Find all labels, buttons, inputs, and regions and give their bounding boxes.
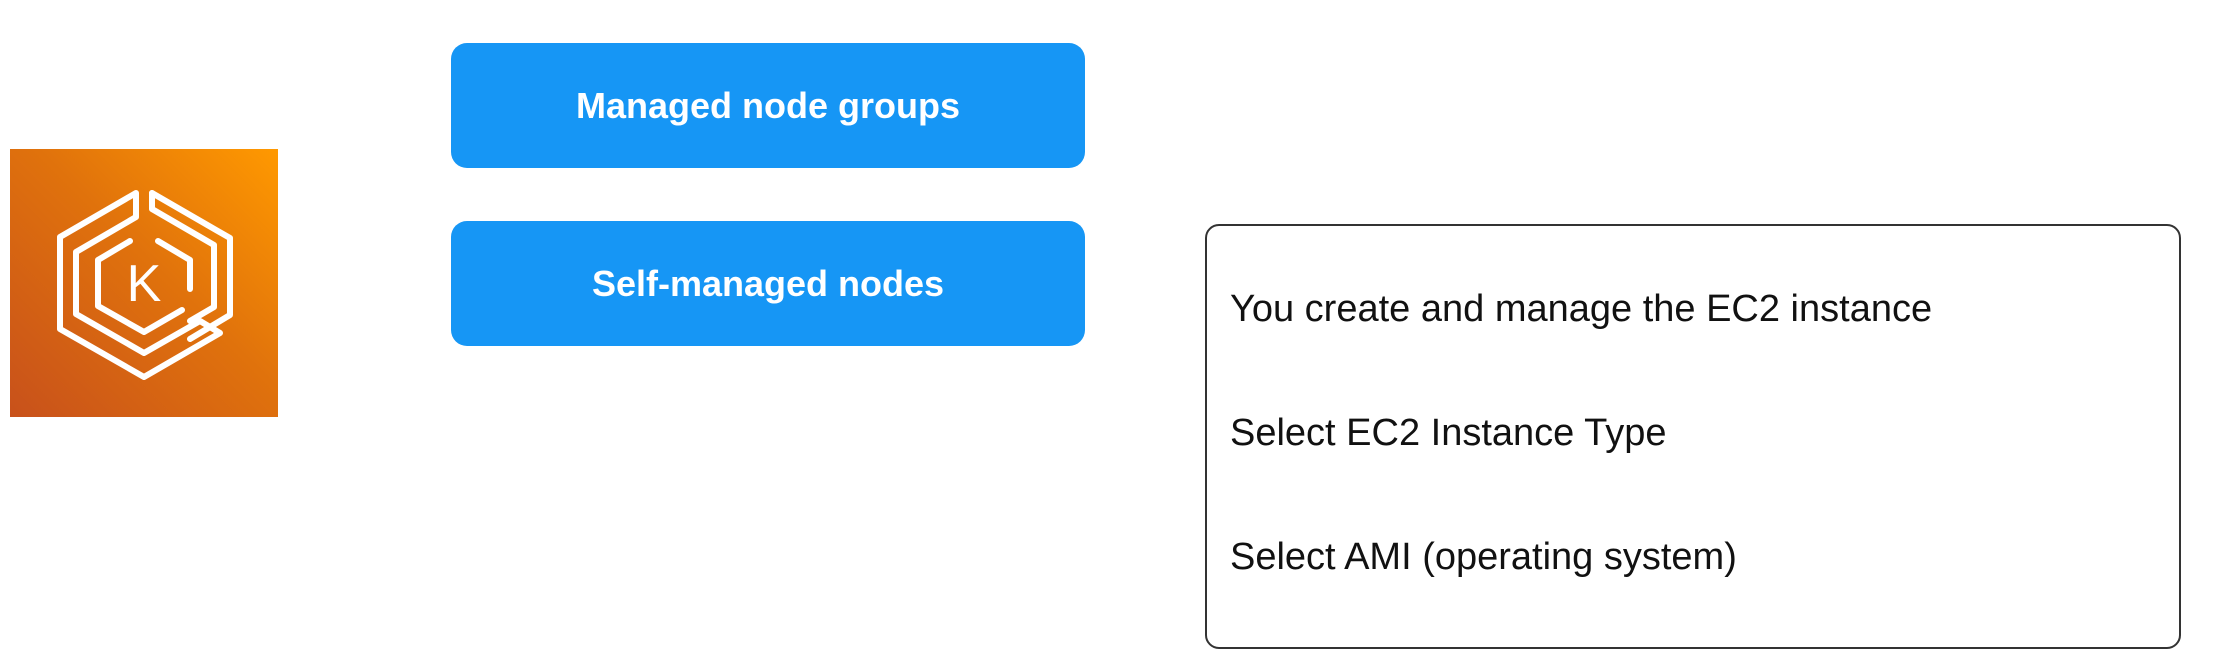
- self-managed-details-box: You create and manage the EC2 instance S…: [1205, 224, 2181, 649]
- managed-node-groups-button[interactable]: Managed node groups: [451, 43, 1085, 168]
- eks-logo-letter: K: [127, 255, 162, 313]
- detail-line-create-manage: You create and manage the EC2 instance: [1230, 288, 1933, 330]
- detail-line-instance-type: Select EC2 Instance Type: [1230, 412, 1667, 454]
- detail-line-ami: Select AMI (operating system): [1230, 536, 1737, 578]
- self-managed-nodes-button[interactable]: Self-managed nodes: [451, 221, 1085, 346]
- eks-icon: K: [57, 190, 233, 380]
- eks-logo: K: [10, 149, 278, 417]
